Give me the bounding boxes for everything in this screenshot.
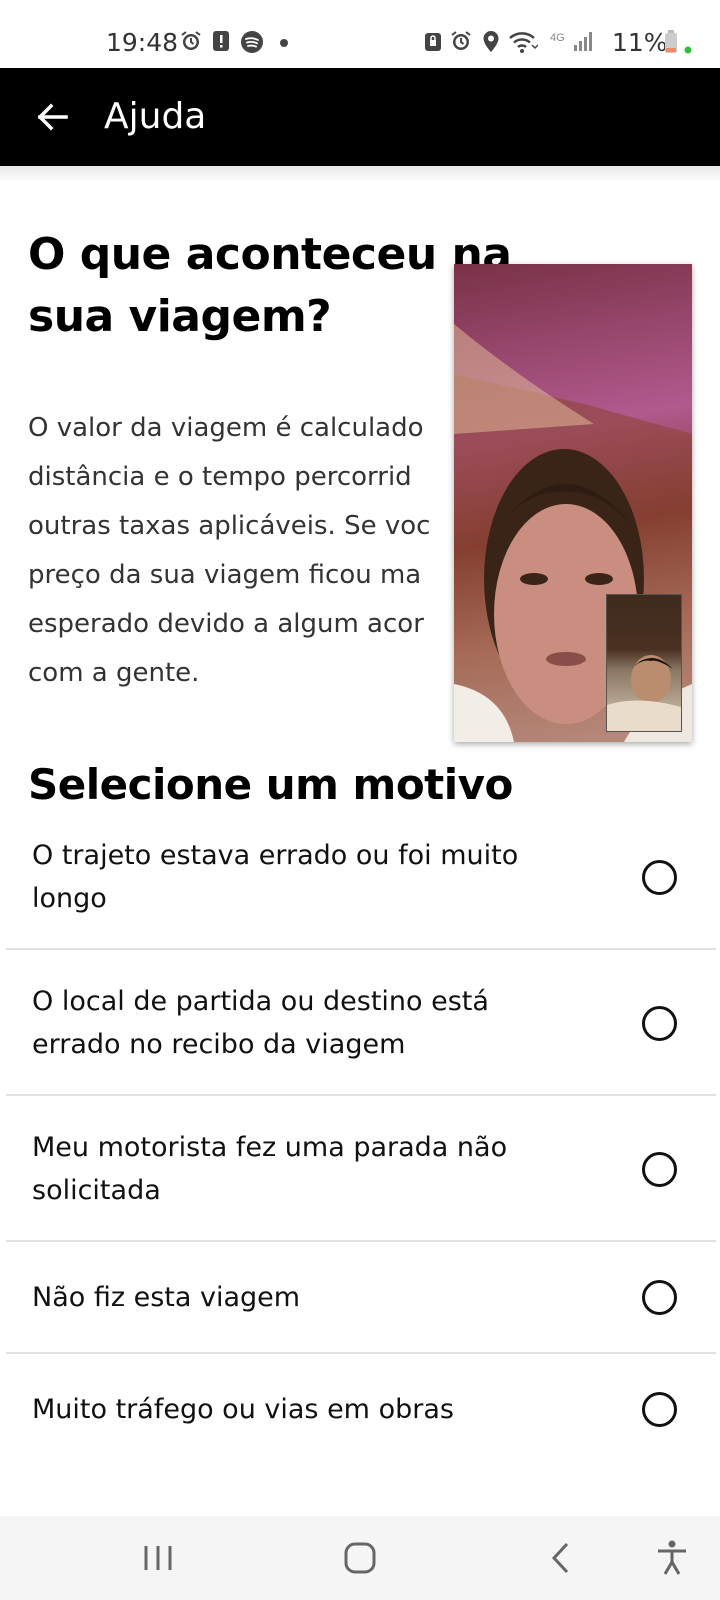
radio-button[interactable] (642, 860, 677, 895)
system-nav-bar (0, 1516, 720, 1600)
self-video-preview[interactable] (606, 594, 682, 732)
spotify-icon (241, 31, 263, 53)
select-reason-title: Selecione um motivo (28, 760, 513, 809)
self-video-feed (607, 655, 681, 731)
body-line: preço da sua viagem ficou ma (28, 560, 422, 590)
body-line: distância e o tempo percorrid (28, 462, 412, 492)
video-call-overlay[interactable] (454, 264, 692, 742)
alarm-icon (451, 31, 471, 50)
accessibility-icon[interactable] (652, 1538, 692, 1578)
battery-percent: 11% (612, 28, 668, 57)
radio-button[interactable] (642, 1280, 677, 1315)
radio-button[interactable] (642, 1006, 677, 1041)
body-line: com a gente. (28, 658, 200, 688)
reason-label: Meu motorista fez uma parada não solicit… (32, 1132, 508, 1206)
dot-icon (280, 39, 288, 47)
radio-button[interactable] (642, 1152, 677, 1187)
reason-option-unrequested-stop[interactable]: Meu motorista fez uma parada não solicit… (6, 1096, 716, 1242)
body-line: outras taxas aplicáveis. Se voc (28, 511, 431, 541)
lock-icon (425, 33, 441, 51)
app-bar-shadow (0, 166, 720, 182)
home-icon[interactable] (340, 1538, 380, 1578)
reason-list: O trajeto estava errado ou foi muito lon… (6, 820, 716, 1466)
status-bar: 19:48 4G 11% (0, 0, 720, 68)
app-bar: Ajuda (0, 68, 720, 166)
radio-button[interactable] (642, 1392, 677, 1427)
back-icon[interactable] (542, 1538, 582, 1578)
green-indicator-icon (684, 46, 692, 54)
signal-icon (574, 32, 592, 51)
alarm-icon (181, 31, 201, 50)
page-title: Ajuda (104, 96, 207, 137)
battery-icon (665, 30, 677, 53)
body-line: esperado devido a algum acor (28, 609, 424, 639)
reason-option-wrong-location[interactable]: O local de partida ou destino está errad… (6, 950, 716, 1096)
reason-option-not-my-trip[interactable]: Não fiz esta viagem (6, 1242, 716, 1354)
reason-label: O trajeto estava errado ou foi muito lon… (32, 840, 519, 914)
status-time: 19:48 (106, 28, 179, 57)
back-arrow-icon[interactable] (28, 92, 78, 142)
reason-label: Não fiz esta viagem (32, 1282, 301, 1313)
wifi-icon (509, 32, 538, 53)
body-line: O valor da viagem é calculado (28, 413, 424, 443)
reason-option-wrong-route[interactable]: O trajeto estava errado ou foi muito lon… (6, 820, 716, 950)
reason-label: O local de partida ou destino está errad… (32, 986, 489, 1060)
reason-label: Muito tráfego ou vias em obras (32, 1394, 454, 1425)
location-icon (483, 31, 499, 52)
alert-icon (213, 31, 229, 51)
reason-option-traffic[interactable]: Muito tráfego ou vias em obras (6, 1354, 716, 1466)
network-type: 4G (550, 32, 565, 44)
recent-apps-icon[interactable] (138, 1538, 178, 1578)
